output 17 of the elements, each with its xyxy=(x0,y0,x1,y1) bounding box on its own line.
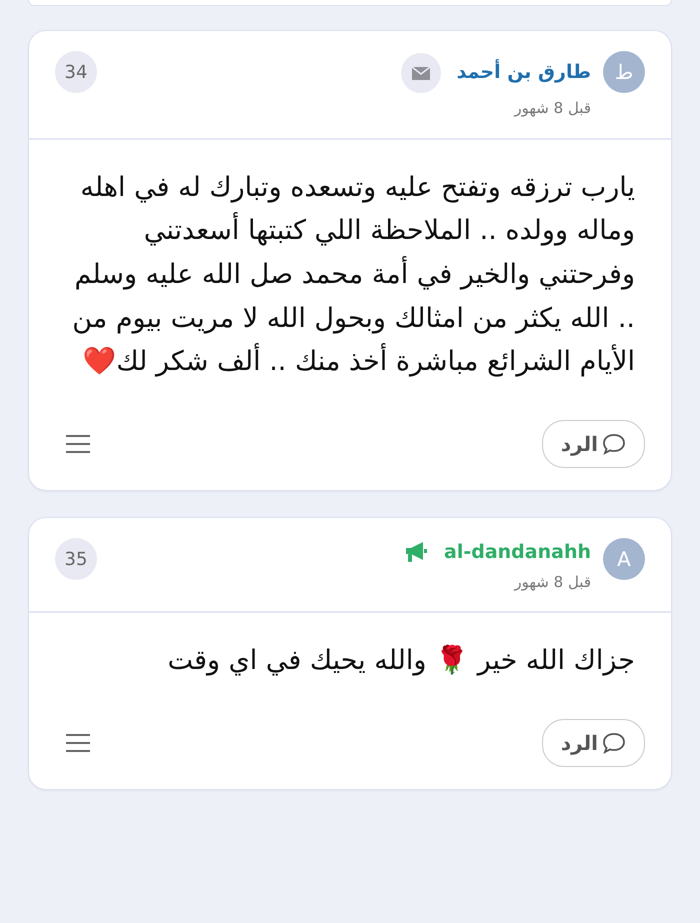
megaphone-icon xyxy=(404,541,428,564)
post-time: قبل 8 شهور xyxy=(512,98,591,119)
reply-button[interactable]: الرد xyxy=(542,420,645,468)
message-button[interactable] xyxy=(400,53,441,93)
post-text: جزاك الله خير 🌹 والله يحيك في اي وقت xyxy=(166,644,636,678)
mail-icon xyxy=(410,66,431,80)
menu-icon[interactable] xyxy=(65,732,91,753)
menu-icon[interactable] xyxy=(65,434,91,454)
speech-bubble-icon xyxy=(602,433,626,456)
speech-bubble-icon xyxy=(602,732,626,754)
post-time: قبل 8 شهور xyxy=(512,572,591,593)
post-text: يارب ترزقه وتفتح عليه وتسعده وتبارك له في اهله وماله وولده .. الملاحظة اللي كتبتها أسعدتني وفرحتني والخير في أمة محمد صل الله عليه وسلم .. الله يكثر من امثالك وبحول الله لا مريت بيوم من الأيام الشرائع مباشرة أخذ منك .. ألف شكر لك❤ xyxy=(71,170,636,380)
post-number: 35 xyxy=(55,538,97,580)
reply-button[interactable]: الرد xyxy=(542,718,645,767)
post-number: 34 xyxy=(55,51,97,93)
author-name[interactable]: al-dandanahh xyxy=(444,538,591,567)
author-name[interactable]: طارق بن أحمد xyxy=(456,58,591,86)
